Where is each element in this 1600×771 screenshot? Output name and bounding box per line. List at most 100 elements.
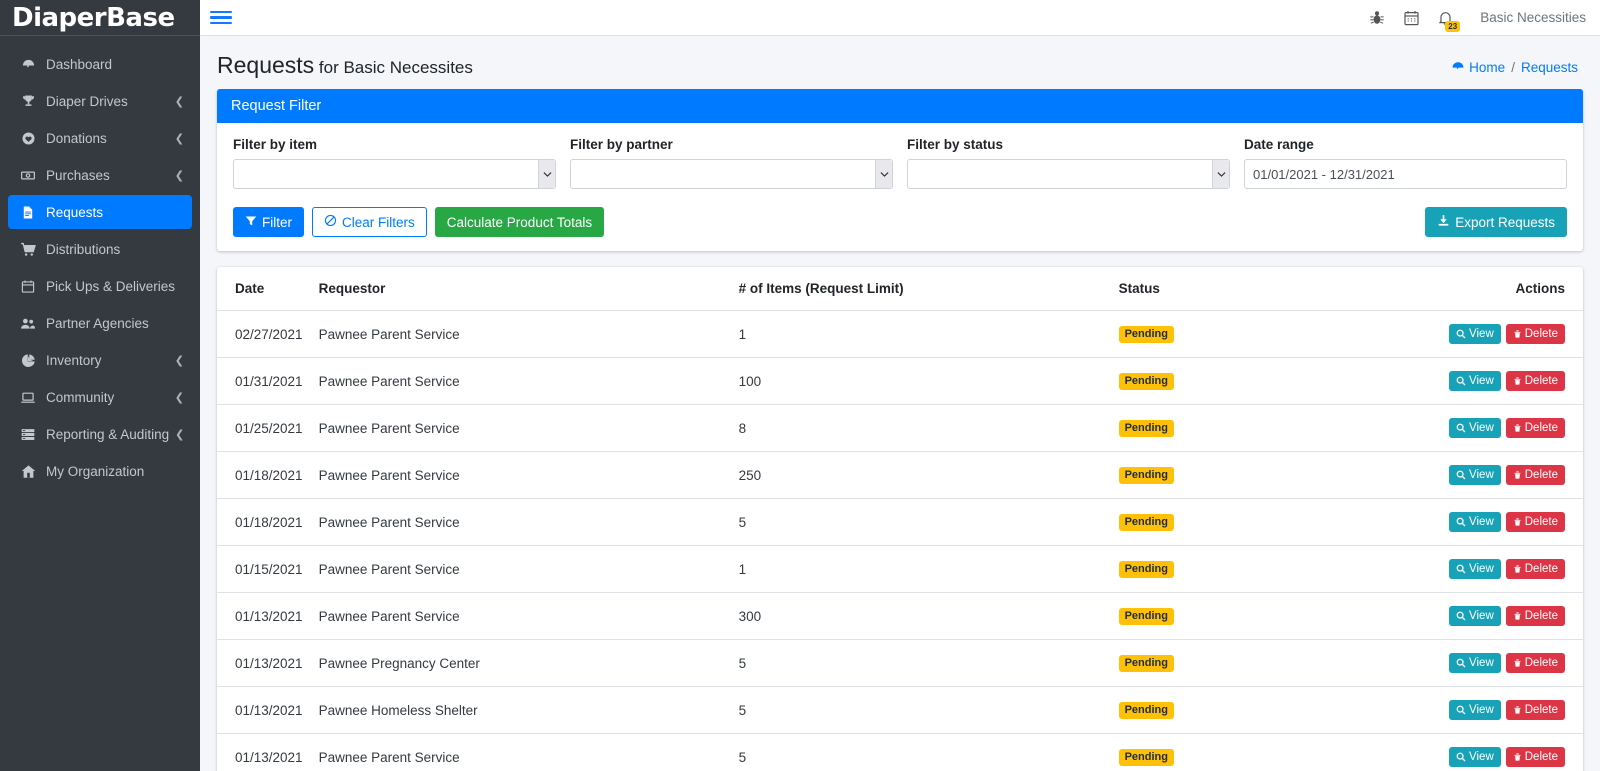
search-icon <box>1456 376 1466 386</box>
filter-button[interactable]: Filter <box>233 207 304 237</box>
delete-button[interactable]: Delete <box>1505 606 1565 626</box>
view-button[interactable]: View <box>1449 653 1501 673</box>
bug-icon[interactable] <box>1360 1 1394 35</box>
cell-items: 100 <box>730 357 1111 405</box>
filter-by-partner-select[interactable] <box>570 159 893 189</box>
sidebar-item-community[interactable]: Community ❮ <box>8 380 192 414</box>
trash-icon <box>1513 658 1522 668</box>
sidebar-item-donations[interactable]: Donations ❮ <box>8 121 192 155</box>
delete-button[interactable]: Delete <box>1505 700 1565 720</box>
request-filter-body: Filter by item Filter by partner Filter by… <box>217 123 1583 199</box>
view-button-label: View <box>1469 704 1494 716</box>
hamburger-icon[interactable] <box>210 7 232 29</box>
cell-date: 01/31/2021 <box>217 357 311 405</box>
view-button[interactable]: View <box>1449 512 1501 532</box>
view-button[interactable]: View <box>1449 324 1501 344</box>
status-badge: Pending <box>1118 373 1174 390</box>
cell-status: Pending <box>1110 592 1341 640</box>
sidebar-item-diaper-drives[interactable]: Diaper Drives ❮ <box>8 84 192 118</box>
view-button[interactable]: View <box>1449 559 1501 579</box>
view-button-label: View <box>1469 563 1494 575</box>
sidebar-item-purchases[interactable]: Purchases ❮ <box>8 158 192 192</box>
delete-button[interactable]: Delete <box>1505 653 1565 673</box>
organization-name[interactable]: Basic Necessities <box>1480 10 1586 25</box>
sidebar-item-partner-agencies[interactable]: Partner Agencies <box>8 306 192 340</box>
chevron-left-icon: ❮ <box>174 168 184 182</box>
view-button[interactable]: View <box>1449 606 1501 626</box>
delete-button[interactable]: Delete <box>1505 512 1565 532</box>
cell-items: 5 <box>730 733 1111 771</box>
cell-status: Pending <box>1110 498 1341 546</box>
cell-items: 8 <box>730 404 1111 452</box>
dashboard-icon <box>1451 60 1465 74</box>
trophy-icon <box>16 94 40 109</box>
cell-requestor: Pawnee Parent Service <box>310 592 731 640</box>
breadcrumb-home-link[interactable]: Home <box>1451 60 1505 75</box>
view-button-label: View <box>1469 751 1494 763</box>
topbar: 23 Basic Necessities <box>200 0 1600 36</box>
cell-status: Pending <box>1110 733 1341 771</box>
filter-label-filter-by-partner: Filter by partner <box>570 137 673 152</box>
view-button[interactable]: View <box>1449 418 1501 438</box>
view-button-label: View <box>1469 657 1494 669</box>
delete-button[interactable]: Delete <box>1505 465 1565 485</box>
export-requests-button[interactable]: Export Requests <box>1425 207 1567 237</box>
page-title: Requests for Basic Necessites <box>217 52 473 79</box>
view-button-label: View <box>1469 469 1494 481</box>
sidebar-item-requests[interactable]: Requests <box>8 195 192 229</box>
calculate-product-totals-button[interactable]: Calculate Product Totals <box>434 207 605 237</box>
column-header-of-items-request-limit: # of Items (Request Limit) <box>730 267 1111 311</box>
search-icon <box>1456 611 1466 621</box>
cell-requestor: Pawnee Parent Service <box>310 498 731 546</box>
file-icon <box>16 205 40 220</box>
sidebar-item-distributions[interactable]: Distributions <box>8 232 192 266</box>
calendar-icon <box>16 279 40 294</box>
table-row: 01/25/2021 Pawnee Parent Service 8 Pending V… <box>217 404 1583 452</box>
cell-requestor: Pawnee Parent Service <box>310 451 731 499</box>
request-filter-card: Request Filter Filter by item Filter by p… <box>217 89 1583 251</box>
table-header-row: Date Requestor # of Items (Request Limit) S… <box>217 267 1583 311</box>
breadcrumb-current[interactable]: Requests <box>1521 60 1578 75</box>
cell-status: Pending <box>1110 357 1341 405</box>
view-button[interactable]: View <box>1449 700 1501 720</box>
filter-by-status-select[interactable] <box>907 159 1230 189</box>
sidebar-item-label: Reporting & Auditing <box>46 426 170 442</box>
sidebar-item-reporting-auditing[interactable]: Reporting & Auditing ❮ <box>8 417 192 451</box>
sidebar-item-inventory[interactable]: Inventory ❮ <box>8 343 192 377</box>
delete-button[interactable]: Delete <box>1505 747 1565 767</box>
cell-items: 5 <box>730 639 1111 687</box>
brand-logo[interactable]: DiaperBase <box>0 0 200 36</box>
sidebar-item-pick-ups-deliveries[interactable]: Pick Ups & Deliveries <box>8 269 192 303</box>
delete-button[interactable]: Delete <box>1505 324 1565 344</box>
filter-by-item-select[interactable] <box>233 159 556 189</box>
sidebar-item-my-organization[interactable]: My Organization <box>8 454 192 488</box>
sidebar-item-label: Partner Agencies <box>46 315 149 331</box>
view-button[interactable]: View <box>1449 747 1501 767</box>
cell-items: 5 <box>730 498 1111 546</box>
sidebar-item-label: Distributions <box>46 241 121 257</box>
table-row: 01/31/2021 Pawnee Parent Service 100 Pendin… <box>217 357 1583 405</box>
server-icon <box>16 427 40 442</box>
sidebar-item-label: Inventory <box>46 352 102 368</box>
delete-button[interactable]: Delete <box>1505 559 1565 579</box>
cell-requestor: Pawnee Parent Service <box>310 545 731 593</box>
view-button[interactable]: View <box>1449 371 1501 391</box>
delete-button[interactable]: Delete <box>1505 418 1565 438</box>
date-range-input[interactable] <box>1244 159 1567 189</box>
search-icon <box>1456 705 1466 715</box>
delete-button[interactable]: Delete <box>1505 371 1565 391</box>
sidebar-item-dashboard[interactable]: Dashboard <box>8 47 192 81</box>
cell-requestor: Pawnee Parent Service <box>310 404 731 452</box>
delete-button-label: Delete <box>1524 563 1558 575</box>
view-button[interactable]: View <box>1449 465 1501 485</box>
calendar-icon[interactable] <box>1394 1 1428 35</box>
cell-actions: View Delete <box>1340 357 1583 405</box>
clear-filters-button[interactable]: Clear Filters <box>312 207 427 237</box>
cell-actions: View Delete <box>1340 451 1583 499</box>
cart-icon <box>16 242 40 257</box>
cell-date: 01/13/2021 <box>217 592 311 640</box>
export-requests-label: Export Requests <box>1455 214 1555 230</box>
bell-icon[interactable]: 23 <box>1428 1 1462 35</box>
cell-date: 01/18/2021 <box>217 451 311 499</box>
requests-table-body: 02/27/2021 Pawnee Parent Service 1 Pending V… <box>217 311 1583 771</box>
